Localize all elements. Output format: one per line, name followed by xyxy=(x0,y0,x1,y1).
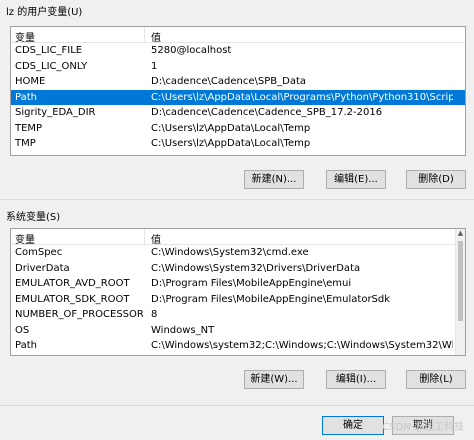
variable-name: DriverData xyxy=(15,262,70,274)
variable-name: PATHEXT xyxy=(15,354,143,356)
variable-value: 1 xyxy=(151,60,158,72)
table-row[interactable]: Path C:\Users\lz\AppData\Local\Programs\P… xyxy=(11,89,465,105)
variable-value: C:\Windows\System32\Drivers\DriverData xyxy=(151,262,361,274)
variable-value: Windows_NT xyxy=(151,324,215,336)
variable-name: Sigrity_EDA_DIR xyxy=(15,107,96,118)
table-row[interactable]: TEMP C:\Users\lz\AppData\Local\Temp xyxy=(11,121,465,137)
user-delete-button[interactable]: 删除(D) xyxy=(406,170,466,189)
scroll-thumb[interactable] xyxy=(458,241,463,321)
column-header-variable[interactable]: 变量 xyxy=(15,29,35,44)
table-row[interactable]: Path C:\Windows\system32;C:\Windows;C:\Wi… xyxy=(11,338,465,354)
column-divider[interactable] xyxy=(144,27,145,42)
vertical-scrollbar[interactable]: ▲ xyxy=(455,229,465,355)
table-row[interactable]: Sigrity_EDA_DIR D:\cadence\Cadence\Cadenc… xyxy=(11,105,465,121)
table-row[interactable]: OS Windows_NT xyxy=(11,323,465,339)
table-row[interactable]: TMP C:\Users\lz\AppData\Local\Temp xyxy=(11,136,465,152)
variable-value: 5280@localhost xyxy=(151,45,232,56)
ok-button[interactable]: 确定 xyxy=(322,416,384,435)
variable-value: D:\cadence\Cadence\Cadence_SPB_17.2-2016 xyxy=(151,107,383,118)
variable-name: TEMP xyxy=(15,122,43,134)
variable-name: NUMBER_OF_PROCESSORS xyxy=(15,309,143,320)
variable-value: C:\Users\lz\AppData\Local\Temp xyxy=(151,122,311,134)
table-row[interactable]: NUMBER_OF_PROCESSORS 8 xyxy=(11,307,465,323)
table-row[interactable]: CDS_LIC_FILE 5280@localhost xyxy=(11,43,465,59)
variable-value: C:\Users\lz\AppData\Local\Programs\Pytho… xyxy=(151,91,453,103)
variable-value: C:\Users\lz\AppData\Local\Temp xyxy=(151,138,311,149)
system-variables-title: 系统变量(S) xyxy=(6,212,61,223)
user-edit-button[interactable]: 编辑(E)... xyxy=(326,170,386,189)
watermark: CSDN @理工科技 xyxy=(382,422,464,433)
system-new-button[interactable]: 新建(W)... xyxy=(244,370,304,389)
scroll-up-arrow-icon[interactable]: ▲ xyxy=(456,229,465,238)
table-row[interactable]: CDS_LIC_ONLY 1 xyxy=(11,59,465,75)
variable-name: Path xyxy=(15,340,37,351)
variable-value: D:\Program Files\MobileAppEngine\emui xyxy=(151,278,352,289)
variable-name: ComSpec xyxy=(15,247,63,258)
variable-name: HOME xyxy=(15,76,46,87)
variable-name: CDS_LIC_ONLY xyxy=(15,60,88,72)
column-header-value[interactable]: 值 xyxy=(151,231,161,246)
variable-name: EMULATOR_SDK_ROOT xyxy=(15,293,130,305)
system-edit-button[interactable]: 编辑(I)... xyxy=(326,370,386,389)
table-row[interactable]: PATHEXT .COM;.EXE;.BAT;.CMD;.VBS;.VBE;.JS… xyxy=(11,354,465,356)
table-row[interactable]: EMULATOR_AVD_ROOT D:\Program Files\Mobile… xyxy=(11,276,465,292)
table-row[interactable]: ComSpec C:\Windows\System32\cmd.exe xyxy=(11,245,465,261)
variable-name: EMULATOR_AVD_ROOT xyxy=(15,278,130,289)
user-new-button[interactable]: 新建(N)... xyxy=(244,170,304,189)
variable-name: OS xyxy=(15,324,30,336)
system-list-header: 变量 值 xyxy=(11,229,465,246)
system-variables-list[interactable]: 变量 值 ComSpec C:\Windows\System32\cmd.exe D… xyxy=(10,228,466,356)
variable-value: .COM;.EXE;.BAT;.CMD;.VBS;.VBE;.JS;.JSE;.… xyxy=(151,354,453,356)
column-divider[interactable] xyxy=(144,229,145,244)
variable-value: D:\cadence\Cadence\SPB_Data xyxy=(151,76,307,87)
user-variables-list[interactable]: 变量 值 CDS_LIC_FILE 5280@localhost CDS_LIC_O… xyxy=(10,26,466,156)
table-row[interactable]: EMULATOR_SDK_ROOT D:\Program Files\Mobile… xyxy=(11,292,465,308)
variable-value: 8 xyxy=(151,309,158,320)
variable-value: C:\Windows\system32;C:\Windows;C:\Window… xyxy=(151,340,453,351)
variable-value: D:\Program Files\MobileAppEngine\Emulato… xyxy=(151,293,391,305)
user-variables-title: lz 的用户变量(U) xyxy=(6,7,83,18)
variable-value: C:\Windows\System32\cmd.exe xyxy=(151,247,309,258)
system-delete-button[interactable]: 删除(L) xyxy=(406,370,466,389)
section-divider xyxy=(0,199,474,200)
footer-divider xyxy=(0,405,474,406)
table-row[interactable]: HOME D:\cadence\Cadence\SPB_Data xyxy=(11,74,465,90)
variable-name: TMP xyxy=(15,138,36,149)
column-header-variable[interactable]: 变量 xyxy=(15,231,35,246)
table-row[interactable]: DriverData C:\Windows\System32\Drivers\Dr… xyxy=(11,261,465,277)
variable-name: CDS_LIC_FILE xyxy=(15,45,83,56)
variable-name: Path xyxy=(15,91,37,103)
column-header-value[interactable]: 值 xyxy=(151,29,161,44)
user-list-header: 变量 值 xyxy=(11,27,465,44)
